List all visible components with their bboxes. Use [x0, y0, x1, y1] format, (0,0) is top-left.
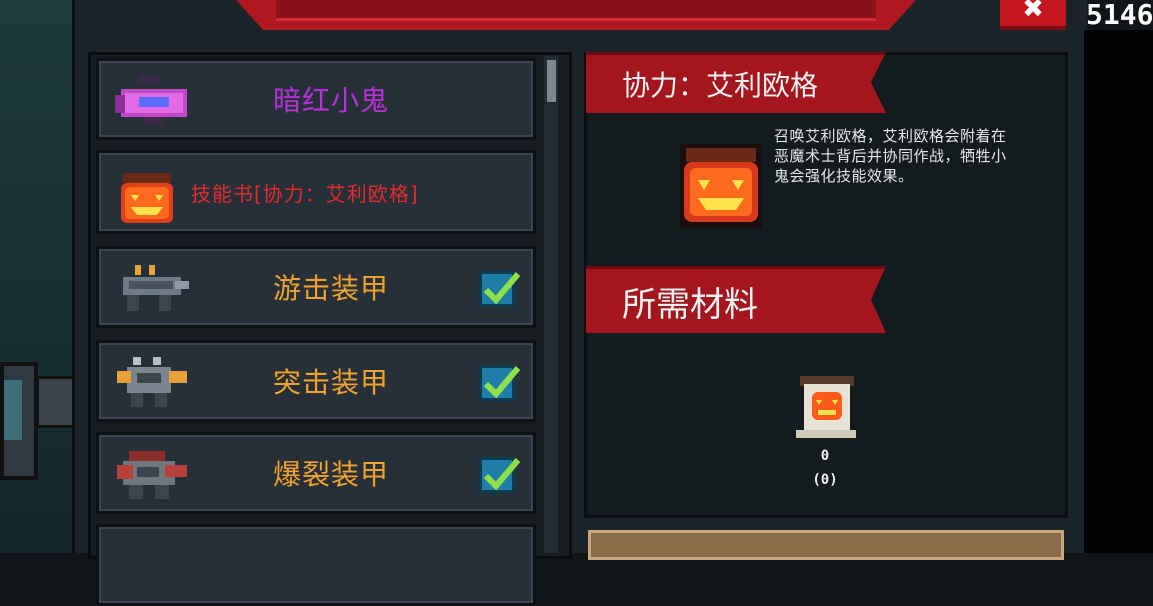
guerrilla-armor-icon: [123, 265, 189, 311]
list-scroll-thumb[interactable]: [547, 60, 556, 102]
coin-counter: 5146: [1086, 0, 1153, 30]
list-item-next[interactable]: [96, 524, 536, 606]
item-name: 突击装甲: [272, 366, 389, 399]
material-required-count: 0: [820, 448, 830, 464]
checkmark-icon: [483, 272, 521, 305]
checkmark-icon: [483, 366, 521, 399]
title-ribbon: [236, 0, 916, 30]
screen-edge: [1084, 30, 1153, 553]
checkmark-icon: [483, 458, 521, 491]
item-name: 暗红小鬼: [272, 84, 389, 117]
list-item-burst-armor[interactable]: 爆裂装甲: [96, 432, 536, 514]
assault-armor-icon: [117, 357, 187, 407]
pumpkin-skillbook-icon: [121, 173, 173, 223]
materials-ribbon: 所需材料: [586, 266, 886, 333]
pink-device-icon: [115, 75, 187, 125]
owned-checkbox: [479, 457, 521, 493]
owned-checkbox: [479, 365, 521, 401]
skill-description: 召唤艾利欧格，艾利欧格会附着在恶魔术士背后并协同作战，牺牲小鬼会强化技能效果。: [774, 127, 1007, 185]
owned-checkbox: [479, 271, 521, 307]
close-icon: ✖: [1022, 0, 1044, 24]
item-name: 爆裂装甲: [272, 458, 389, 491]
list-item-assault-armor[interactable]: 突击装甲: [96, 340, 536, 422]
list-item-skillbook[interactable]: 技能书[协力：艾利欧格]: [96, 150, 536, 234]
list-item-dark-red-imp[interactable]: 暗红小鬼: [96, 58, 536, 140]
background-machine: [0, 362, 38, 480]
pumpkin-scroll-icon[interactable]: [792, 372, 862, 442]
materials-title: 所需材料: [622, 284, 758, 325]
list-scrollbar[interactable]: [544, 56, 558, 553]
material-owned-count: (0): [812, 472, 838, 488]
item-name: 技能书[协力：艾利欧格]: [191, 181, 419, 206]
craft-button[interactable]: [588, 530, 1064, 560]
item-name: 游击装甲: [272, 272, 389, 305]
detail-title: 协力：艾利欧格: [622, 69, 819, 102]
list-item-guerrilla-armor[interactable]: 游击装甲: [96, 246, 536, 328]
pumpkin-skill-icon: [680, 144, 762, 228]
detail-title-ribbon: 协力：艾利欧格: [586, 52, 886, 113]
burst-armor-icon: [117, 451, 187, 499]
background-console: [36, 376, 76, 428]
close-button[interactable]: ✖: [1000, 0, 1066, 30]
